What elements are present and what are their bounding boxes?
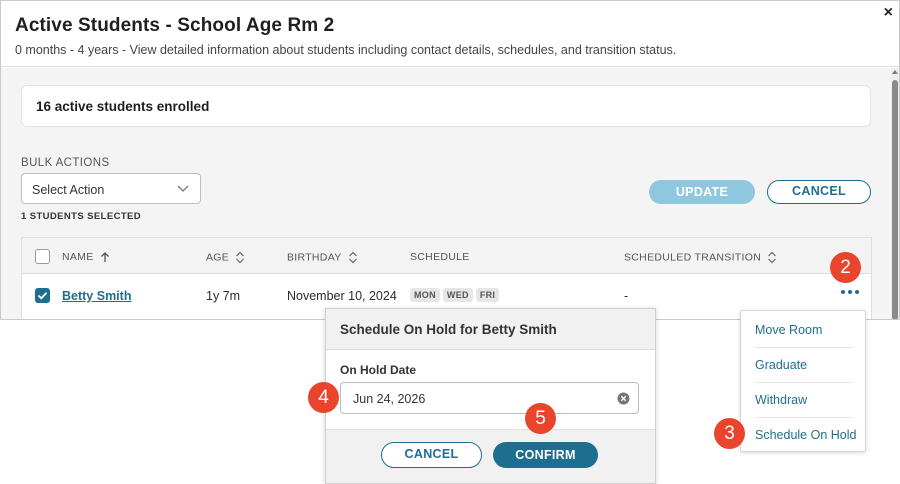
close-icon[interactable]: × bbox=[884, 4, 893, 22]
student-name-link[interactable]: Betty Smith bbox=[62, 289, 131, 303]
bulk-cancel-button[interactable]: CANCEL bbox=[767, 180, 871, 204]
table-header: NAME AGE BIRTHDAY SCHEDULE SCHEDULED TRA… bbox=[22, 238, 871, 274]
on-hold-date-value: Jun 24, 2026 bbox=[353, 392, 426, 406]
student-schedule: MON WED FRI bbox=[410, 287, 502, 302]
bulk-actions-label: BULK ACTIONS bbox=[21, 157, 110, 169]
column-header-age[interactable]: AGE bbox=[206, 251, 245, 264]
dot bbox=[848, 290, 852, 294]
scrollbar[interactable] bbox=[891, 68, 899, 319]
popover-footer: CANCEL CONFIRM bbox=[326, 429, 655, 483]
popover-header: Schedule On Hold for Betty Smith bbox=[326, 309, 655, 350]
column-header-transition-label: SCHEDULED TRANSITION bbox=[624, 251, 762, 264]
popover-title: Schedule On Hold for Betty Smith bbox=[340, 322, 557, 337]
chevron-down-icon bbox=[177, 185, 189, 192]
menu-item-graduate[interactable]: Graduate bbox=[755, 358, 807, 372]
row-checkbox[interactable] bbox=[35, 288, 50, 303]
bulk-action-select[interactable]: Select Action bbox=[21, 173, 201, 204]
column-header-birthday-label: BIRTHDAY bbox=[287, 251, 342, 264]
schedule-on-hold-popover: Schedule On Hold for Betty Smith On Hold… bbox=[325, 308, 656, 484]
sort-icon bbox=[768, 251, 777, 264]
column-header-scheduled-transition[interactable]: SCHEDULED TRANSITION bbox=[624, 251, 777, 264]
step-badge-3: 3 bbox=[714, 418, 745, 449]
on-hold-date-label: On Hold Date bbox=[340, 363, 417, 377]
column-header-schedule-label: SCHEDULE bbox=[410, 251, 470, 263]
selected-count-text: 1 STUDENTS SELECTED bbox=[21, 211, 142, 222]
confirm-button[interactable]: CONFIRM bbox=[493, 442, 598, 468]
modal-title: Active Students - School Age Rm 2 bbox=[15, 15, 335, 36]
row-actions-menu: Move Room Graduate Withdraw Schedule On … bbox=[740, 310, 866, 452]
dot bbox=[841, 290, 845, 294]
enrollment-count: 16 active students enrolled bbox=[36, 99, 210, 114]
bulk-action-select-value: Select Action bbox=[32, 183, 105, 197]
column-header-name[interactable]: NAME bbox=[62, 251, 110, 263]
menu-divider bbox=[755, 417, 853, 418]
schedule-day-chip: FRI bbox=[475, 288, 500, 302]
menu-item-withdraw[interactable]: Withdraw bbox=[755, 393, 807, 407]
student-birthday: November 10, 2024 bbox=[287, 289, 397, 303]
column-header-birthday[interactable]: BIRTHDAY bbox=[287, 251, 358, 264]
student-age: 1y 7m bbox=[206, 289, 241, 303]
column-header-name-label: NAME bbox=[62, 251, 94, 263]
sort-icon bbox=[236, 251, 245, 264]
scroll-up-arrow-icon[interactable] bbox=[892, 70, 898, 74]
sort-icon bbox=[348, 251, 357, 264]
step-badge-5: 5 bbox=[525, 403, 556, 434]
scroll-thumb[interactable] bbox=[892, 80, 898, 319]
students-modal: Active Students - School Age Rm 2 0 mont… bbox=[0, 0, 900, 320]
dot bbox=[855, 290, 859, 294]
select-all-checkbox[interactable] bbox=[35, 249, 50, 264]
column-header-age-label: AGE bbox=[206, 251, 230, 264]
student-scheduled-transition: - bbox=[624, 289, 629, 303]
modal-header: Active Students - School Age Rm 2 0 mont… bbox=[1, 1, 899, 67]
menu-item-move-room[interactable]: Move Room bbox=[755, 323, 822, 337]
menu-divider bbox=[755, 382, 853, 383]
schedule-day-chip: MON bbox=[410, 288, 440, 302]
schedule-day-chip: WED bbox=[442, 288, 473, 302]
menu-divider bbox=[755, 347, 853, 348]
sort-arrow-up-icon bbox=[100, 251, 109, 262]
update-button[interactable]: UPDATE bbox=[649, 180, 755, 204]
modal-subtitle: 0 months - 4 years - View detailed infor… bbox=[15, 43, 677, 57]
checkmark-icon bbox=[37, 292, 48, 300]
clear-icon[interactable] bbox=[617, 392, 630, 405]
table-row: Betty Smith bbox=[62, 289, 131, 303]
more-dots-icon[interactable] bbox=[840, 285, 862, 299]
step-badge-2: 2 bbox=[830, 252, 861, 283]
on-hold-date-input[interactable]: Jun 24, 2026 bbox=[340, 382, 639, 414]
popover-cancel-button[interactable]: CANCEL bbox=[381, 442, 482, 468]
menu-item-schedule-on-hold[interactable]: Schedule On Hold bbox=[755, 428, 856, 442]
column-header-schedule: SCHEDULE bbox=[410, 251, 470, 263]
enrollment-summary-card: 16 active students enrolled bbox=[21, 85, 871, 127]
step-badge-4: 4 bbox=[308, 382, 339, 413]
